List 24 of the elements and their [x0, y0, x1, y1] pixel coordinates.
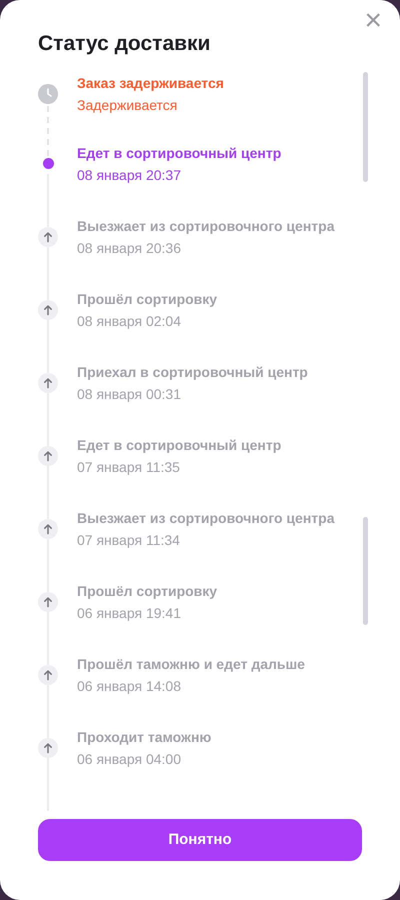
status-date: 08 января 20:36 [77, 238, 182, 256]
status-title: Заказ задерживается [77, 74, 224, 92]
status-date: 08 января 20:37 [77, 166, 182, 184]
status-date: 06 января 14:08 [77, 676, 182, 694]
status-title: Прошёл таможню и едет дальше [77, 654, 305, 672]
status-title: Выезжает из сортировочного центра [77, 216, 334, 234]
status-title: Выезжает из сортировочного центра [77, 508, 334, 526]
status-title: Прошёл сортировку [77, 582, 218, 600]
status-title: Приехал в сортировочный центр [77, 362, 308, 380]
status-date: Задерживается [77, 96, 178, 114]
status-title: Проходит таможню [77, 728, 212, 746]
status-date: 06 января 04:00 [77, 750, 182, 768]
status-title: Едет в сортировочный центр [77, 436, 282, 454]
ok-button[interactable]: Понятно [38, 819, 362, 861]
status-date: 08 января 00:31 [77, 384, 182, 402]
status-title: Едет в сортировочный центр [77, 144, 282, 162]
clock-icon [38, 84, 58, 104]
status-date: 08 января 02:04 [77, 312, 182, 330]
status-date: 07 января 11:35 [77, 458, 181, 476]
dialog-title: Статус доставки [38, 31, 210, 57]
status-date: 06 января 19:41 [77, 604, 182, 622]
status-date: 07 января 11:34 [77, 530, 181, 548]
status-title: Прошёл сортировку [77, 290, 218, 308]
close-button[interactable]: × [360, 6, 386, 36]
